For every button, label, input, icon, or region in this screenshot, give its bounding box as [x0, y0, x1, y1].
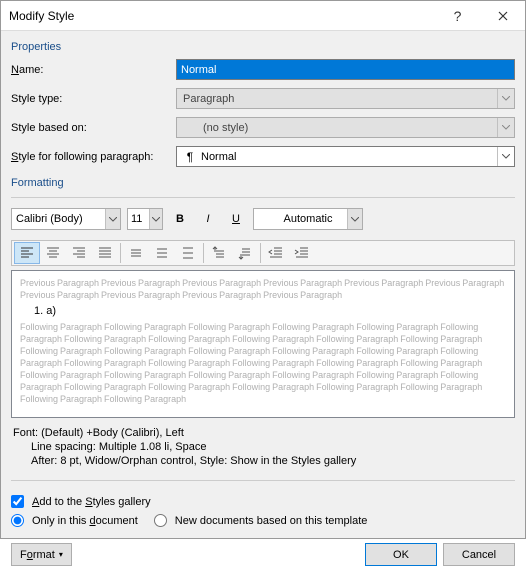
close-button[interactable]: [480, 1, 525, 30]
new-docs-radio[interactable]: [154, 514, 167, 527]
font-family-combo[interactable]: Calibri (Body): [11, 208, 121, 230]
add-to-gallery-label: Add to the Styles gallery: [32, 496, 151, 508]
desc-line-2: Line spacing: Multiple 1.08 li, Space: [13, 440, 513, 454]
align-right-button[interactable]: [66, 242, 92, 264]
font-family-value: Calibri (Body): [16, 213, 83, 225]
align-center-button[interactable]: [40, 242, 66, 264]
only-this-doc-option[interactable]: Only in this document: [11, 514, 138, 527]
indent-dec-button[interactable]: [263, 242, 289, 264]
spacing-2-button[interactable]: [175, 242, 201, 264]
format-toolbar: Calibri (Body) 11 B I U Automatic: [11, 208, 515, 230]
align-left-icon: [19, 245, 35, 261]
chevron-down-icon: [149, 209, 162, 229]
chevron-down-icon: [497, 147, 514, 166]
style-based-label: Style based on:: [11, 122, 176, 134]
preview-following-text: Following Paragraph Following Paragraph …: [20, 321, 506, 405]
style-based-value: (no style): [203, 122, 248, 134]
spacing-1-button[interactable]: [123, 242, 149, 264]
separator: [203, 243, 204, 263]
preview-pane: Previous Paragraph Previous Paragraph Pr…: [11, 270, 515, 418]
preview-sample-text: 1. a): [34, 305, 506, 317]
font-size-combo[interactable]: 11: [127, 208, 163, 230]
align-left-button[interactable]: [14, 242, 40, 264]
space-before-inc-icon: [211, 245, 227, 261]
line-spacing-15-icon: [154, 245, 170, 261]
space-before-dec-icon: [237, 245, 253, 261]
align-justify-button[interactable]: [92, 242, 118, 264]
add-to-gallery-checkbox[interactable]: [11, 495, 24, 508]
modify-style-dialog: Modify Style ? Properties Name: Style ty…: [0, 0, 526, 539]
font-size-value: 11: [131, 213, 142, 225]
close-icon: [498, 11, 508, 21]
format-menu-button[interactable]: Format ▾: [11, 543, 72, 566]
only-this-doc-label: Only in this document: [32, 515, 138, 527]
indent-inc-button[interactable]: [289, 242, 315, 264]
style-following-combo[interactable]: ¶ Normal: [176, 146, 515, 167]
font-color-value: Automatic: [284, 213, 333, 225]
underline-button[interactable]: U: [225, 208, 247, 230]
chevron-down-icon: [347, 209, 362, 229]
style-type-label: Style type:: [11, 93, 176, 105]
divider: [11, 480, 515, 481]
line-spacing-single-icon: [128, 245, 144, 261]
font-color-combo[interactable]: Automatic: [253, 208, 363, 230]
style-following-label: Style for following paragraph:: [11, 151, 176, 163]
line-spacing-double-icon: [180, 245, 196, 261]
style-type-combo: Paragraph: [176, 88, 515, 109]
bold-button[interactable]: B: [169, 208, 191, 230]
space-before-dec-button[interactable]: [232, 242, 258, 264]
only-this-doc-radio[interactable]: [11, 514, 24, 527]
format-button-label: Format: [20, 549, 55, 561]
new-docs-label: New documents based on this template: [175, 515, 368, 527]
separator: [120, 243, 121, 263]
desc-line-3: After: 8 pt, Widow/Orphan control, Style…: [13, 454, 513, 468]
style-description: Font: (Default) +Body (Calibri), Left Li…: [11, 422, 515, 474]
chevron-down-icon: [105, 209, 120, 229]
divider: [11, 197, 515, 198]
chevron-down-icon: [497, 118, 514, 137]
new-docs-option[interactable]: New documents based on this template: [154, 514, 368, 527]
style-type-value: Paragraph: [183, 93, 234, 105]
titlebar: Modify Style ?: [1, 1, 525, 31]
ok-button[interactable]: OK: [365, 543, 437, 566]
properties-heading: Properties: [11, 41, 515, 53]
separator: [260, 243, 261, 263]
indent-increase-icon: [294, 245, 310, 261]
space-before-inc-button[interactable]: [206, 242, 232, 264]
indent-decrease-icon: [268, 245, 284, 261]
paragraph-toolbar: [11, 240, 515, 266]
window-title: Modify Style: [9, 9, 435, 23]
formatting-heading: Formatting: [11, 177, 515, 189]
italic-button[interactable]: I: [197, 208, 219, 230]
preview-previous-text: Previous Paragraph Previous Paragraph Pr…: [20, 277, 506, 301]
help-button[interactable]: ?: [435, 1, 480, 30]
align-right-icon: [71, 245, 87, 261]
caret-down-icon: ▾: [59, 550, 63, 559]
cancel-button[interactable]: Cancel: [443, 543, 515, 566]
style-based-combo: (no style): [176, 117, 515, 138]
desc-line-1: Font: (Default) +Body (Calibri), Left: [13, 426, 513, 440]
spacing-15-button[interactable]: [149, 242, 175, 264]
style-following-value: Normal: [201, 151, 236, 163]
pilcrow-icon: ¶: [183, 150, 197, 164]
name-input[interactable]: [176, 59, 515, 80]
align-justify-icon: [97, 245, 113, 261]
name-label: Name:: [11, 64, 176, 76]
chevron-down-icon: [497, 89, 514, 108]
align-center-icon: [45, 245, 61, 261]
